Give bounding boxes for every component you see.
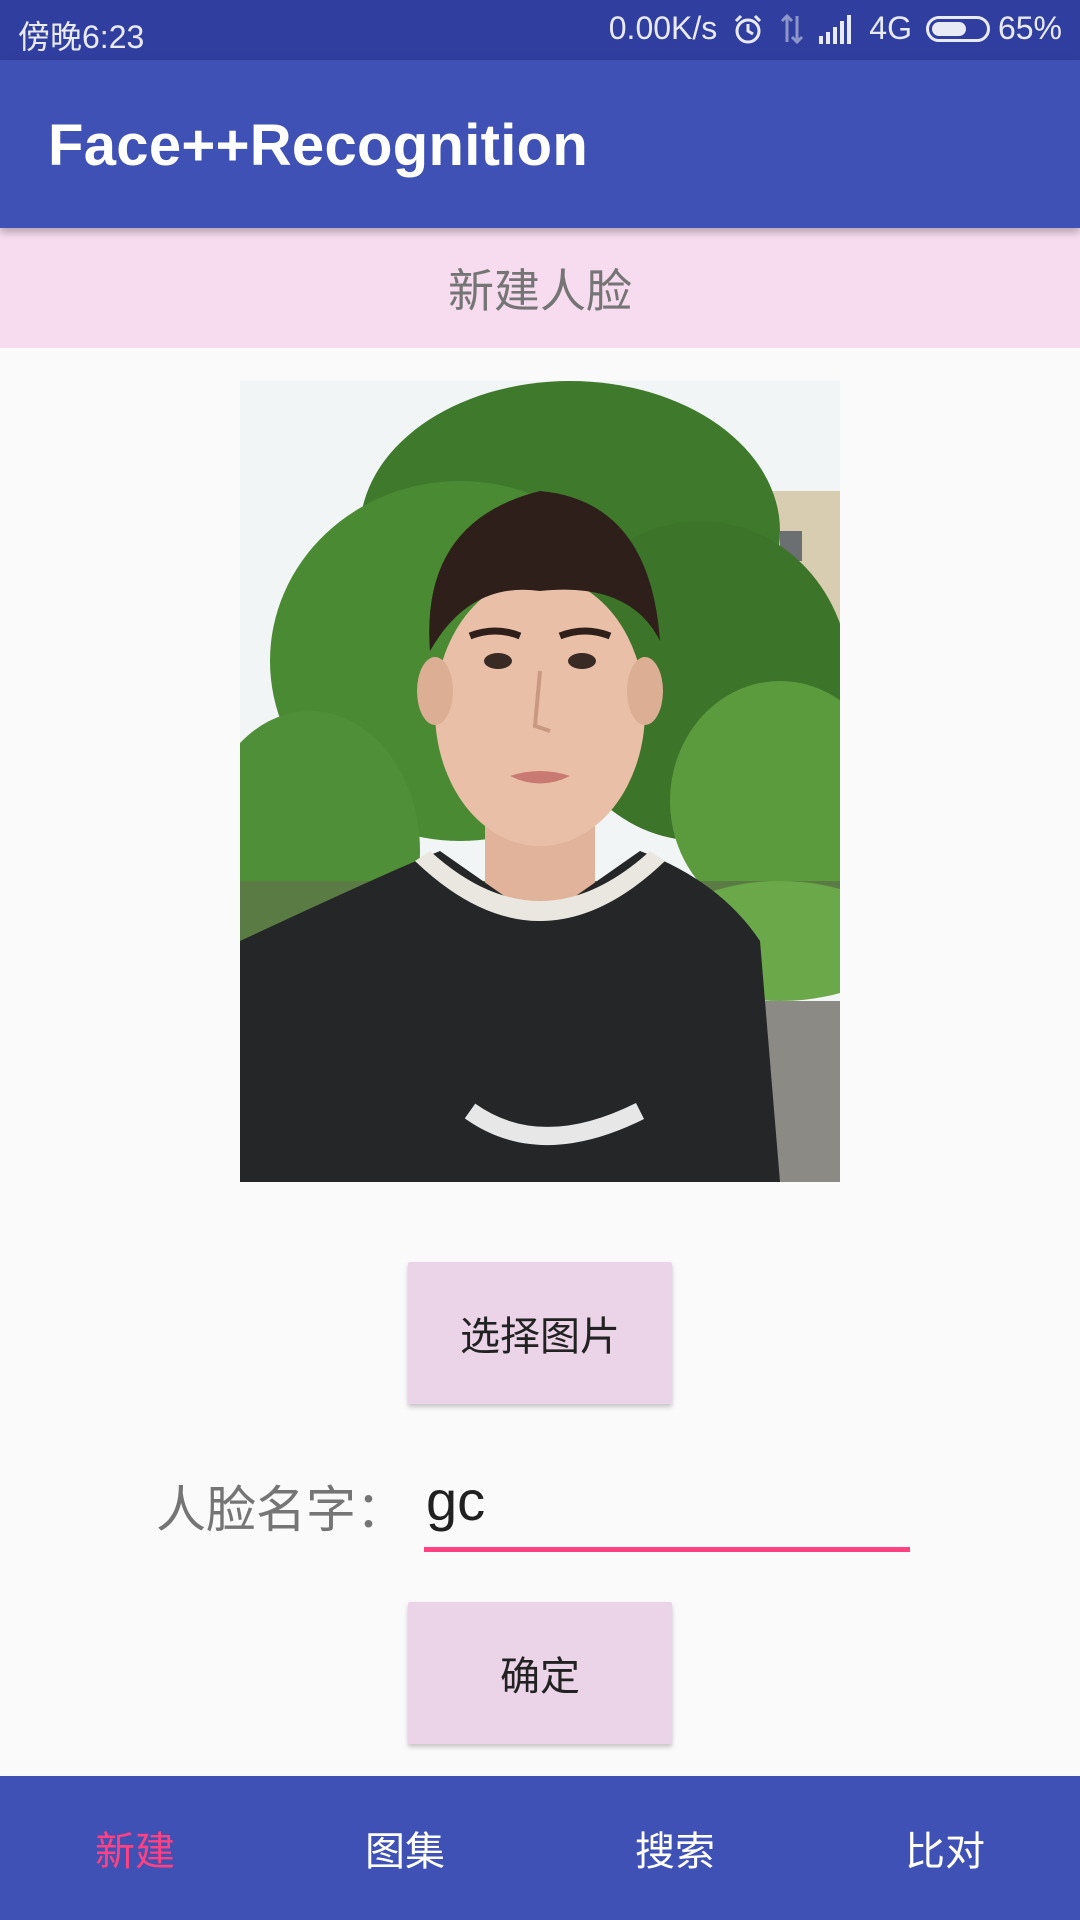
face-name-input[interactable]: gc [424,1468,910,1552]
status-bar: 傍晚6:23 0.00K/s 4G 65% [0,0,1080,60]
confirm-button[interactable]: 确定 [408,1602,672,1744]
face-name-label: 人脸名字： [156,1481,406,1539]
battery-icon [925,15,990,42]
section-header: 新建人脸 [0,228,1080,348]
face-name-value[interactable]: gc [426,1468,485,1533]
status-time: 傍晚6:23 [18,19,145,55]
battery-fill [931,21,966,36]
select-image-button[interactable]: 选择图片 [408,1262,672,1404]
nav-item-compare[interactable]: 比对 [810,1776,1080,1920]
face-photo [240,381,840,1182]
battery-percent: 65% [997,10,1062,46]
network-type: 4G [869,10,912,46]
bottom-nav: 新建 图集 搜索 比对 [0,1776,1080,1920]
nav-item-search[interactable]: 搜索 [540,1776,810,1920]
nav-item-gallery[interactable]: 图集 [270,1776,540,1920]
net-speed: 0.00K/s [608,10,718,46]
alarm-icon [731,12,765,46]
app-title: Face++Recognition [48,113,589,178]
signal-icon [819,14,855,44]
data-arrows-icon [779,12,805,46]
status-indicators: 0.00K/s 4G 65% [609,10,1062,47]
battery-indicator: 65% [925,10,1062,47]
nav-item-new[interactable]: 新建 [0,1776,270,1920]
input-underline [424,1547,910,1552]
app-bar: Face++Recognition [0,60,1080,228]
